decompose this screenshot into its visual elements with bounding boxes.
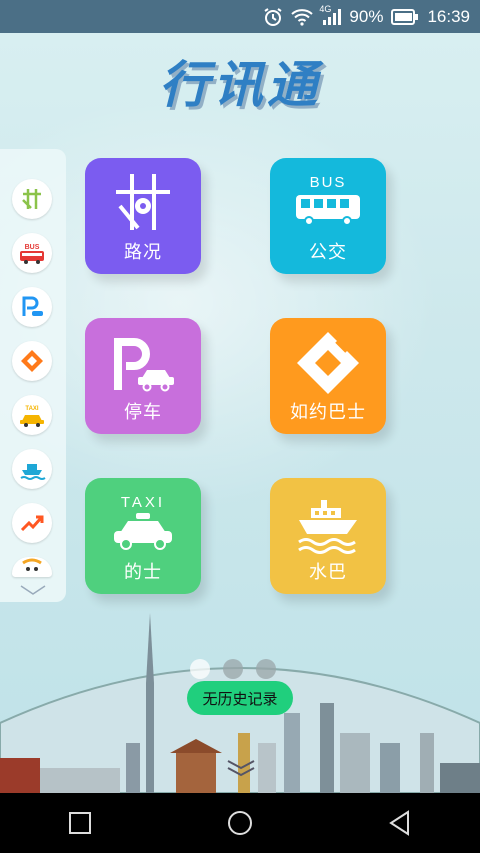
sidebar-item-more[interactable] bbox=[12, 557, 52, 577]
trend-icon bbox=[20, 515, 44, 532]
wifi-icon bbox=[291, 8, 314, 26]
diamond-icon bbox=[21, 350, 43, 372]
ship-icon bbox=[20, 464, 46, 480]
tile-road[interactable]: 路况 bbox=[85, 158, 201, 274]
recent-apps-button[interactable] bbox=[50, 793, 110, 853]
tile-road-label: 路况 bbox=[124, 242, 162, 263]
system-nav-bar bbox=[0, 793, 480, 853]
page-dot-3[interactable] bbox=[256, 659, 276, 679]
tile-taxi-label: 的士 bbox=[124, 562, 162, 583]
bus-icon bbox=[296, 195, 360, 226]
page-dot-1[interactable] bbox=[190, 659, 210, 679]
home-button[interactable] bbox=[210, 793, 270, 853]
taxi-icon bbox=[114, 513, 172, 550]
sidebar-item-ruyue[interactable] bbox=[12, 341, 52, 381]
parking-icon bbox=[114, 338, 174, 392]
tile-taxi-badge: TAXI bbox=[120, 494, 166, 511]
sidebar-item-road[interactable] bbox=[12, 179, 52, 219]
sidebar-item-parking[interactable] bbox=[12, 287, 52, 327]
tile-parking-label: 停车 bbox=[124, 402, 162, 423]
status-bar: 4G 90% 16:39 bbox=[0, 0, 480, 33]
tile-water-bus[interactable]: 水巴 bbox=[270, 478, 386, 594]
svg-text:BUS: BUS bbox=[25, 244, 40, 251]
clock: 16:39 bbox=[427, 6, 470, 26]
recent-apps-icon bbox=[69, 812, 91, 834]
tile-parking[interactable]: 停车 bbox=[85, 318, 201, 434]
road-icon bbox=[116, 174, 170, 230]
back-button[interactable] bbox=[370, 793, 430, 853]
network-type: 4G bbox=[319, 3, 332, 14]
tile-ruyue-label: 如约巴士 bbox=[290, 402, 366, 423]
diamond-icon bbox=[297, 332, 359, 394]
sidebar: BUS TAXI bbox=[0, 149, 66, 602]
page-dot-2[interactable] bbox=[223, 659, 243, 679]
tile-bus[interactable]: BUS 公交 bbox=[270, 158, 386, 274]
app-screen: 行讯通 BUS TAXI 路况 BUS 公交 停车 如约巴士 TAXI 的士 水… bbox=[0, 33, 480, 793]
tile-water-bus-label: 水巴 bbox=[309, 562, 347, 583]
battery-icon bbox=[391, 8, 419, 25]
bus-icon: BUS bbox=[20, 244, 44, 264]
road-icon bbox=[22, 189, 41, 209]
alarm-icon bbox=[264, 7, 282, 26]
tile-bus-badge: BUS bbox=[309, 174, 347, 191]
back-icon bbox=[389, 810, 409, 836]
tile-bus-label: 公交 bbox=[309, 242, 347, 263]
sidebar-item-trend[interactable] bbox=[12, 503, 52, 543]
tile-taxi[interactable]: TAXI 的士 bbox=[85, 478, 201, 594]
parking-icon bbox=[22, 296, 43, 316]
chevron-down-icon[interactable] bbox=[224, 757, 258, 779]
svg-text:TAXI: TAXI bbox=[25, 406, 39, 412]
sidebar-item-bus[interactable]: BUS bbox=[12, 233, 52, 273]
sidebar-item-taxi[interactable]: TAXI bbox=[12, 395, 52, 435]
battery-percent: 90% bbox=[349, 6, 384, 26]
page-indicator bbox=[190, 659, 276, 679]
sidebar-item-water-bus[interactable] bbox=[12, 449, 52, 489]
history-button[interactable]: 无历史记录 bbox=[187, 681, 293, 715]
tile-ruyue[interactable]: 如约巴士 bbox=[270, 318, 386, 434]
app-title: 行讯通 bbox=[159, 55, 321, 114]
home-icon bbox=[228, 811, 252, 835]
ship-icon bbox=[298, 500, 357, 554]
face-icon bbox=[22, 558, 42, 571]
signal-icon: 4G bbox=[319, 4, 342, 26]
taxi-icon: TAXI bbox=[20, 406, 44, 427]
